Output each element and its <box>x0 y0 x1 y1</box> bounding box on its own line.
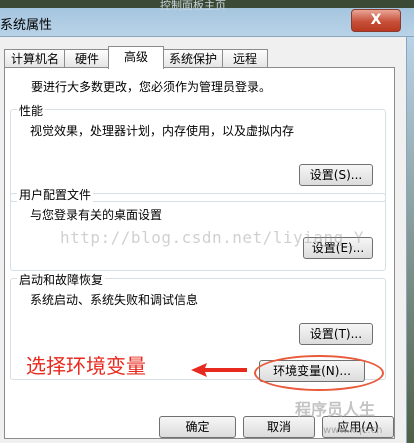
startup-recovery-settings-button[interactable]: 设置(T)... <box>299 323 373 345</box>
control-panel-label: 控制面板主页 <box>160 0 226 12</box>
performance-title: 性能 <box>17 102 46 119</box>
annotation-arrow-icon <box>191 363 247 377</box>
tab-system-protection[interactable]: 系统保护 <box>162 49 224 68</box>
title-bar: 控制面板主页 系统属性 X <box>0 0 414 37</box>
user-profiles-desc: 与您登录有关的桌面设置 <box>30 208 163 222</box>
tab-hardware[interactable]: 硬件 <box>64 49 110 68</box>
startup-recovery-title: 启动和故障恢复 <box>17 271 106 288</box>
user-profiles-title: 用户配置文件 <box>17 186 94 203</box>
annotation-text: 选择环境变量 <box>26 354 146 378</box>
annotation-ellipse <box>254 355 384 391</box>
tab-remote[interactable]: 远程 <box>222 49 268 68</box>
close-button[interactable]: X <box>351 9 401 32</box>
performance-desc: 视觉效果，处理器计划，内存使用，以及虚拟内存 <box>30 124 295 138</box>
blog-watermark: http://blog.csdn.net/liyiang_Y <box>60 228 364 247</box>
window-title: 系统属性 <box>0 18 53 33</box>
brand-url: www.kqc.cn <box>323 425 383 436</box>
performance-settings-button[interactable]: 设置(S)... <box>299 164 373 186</box>
background-strip: 控制面板主页 <box>0 0 414 12</box>
brand-watermark: 程序员人生 <box>295 400 376 419</box>
tab-computer-name[interactable]: 计算机名 <box>4 49 66 68</box>
window-edge <box>407 37 414 443</box>
admin-notice: 要进行大多数更改，您必须作为管理员登录。 <box>31 80 272 94</box>
tab-advanced[interactable]: 高级 <box>108 46 164 69</box>
ok-button[interactable]: 确定 <box>159 416 236 438</box>
startup-recovery-desc: 系统启动、系统失败和调试信息 <box>30 293 199 307</box>
